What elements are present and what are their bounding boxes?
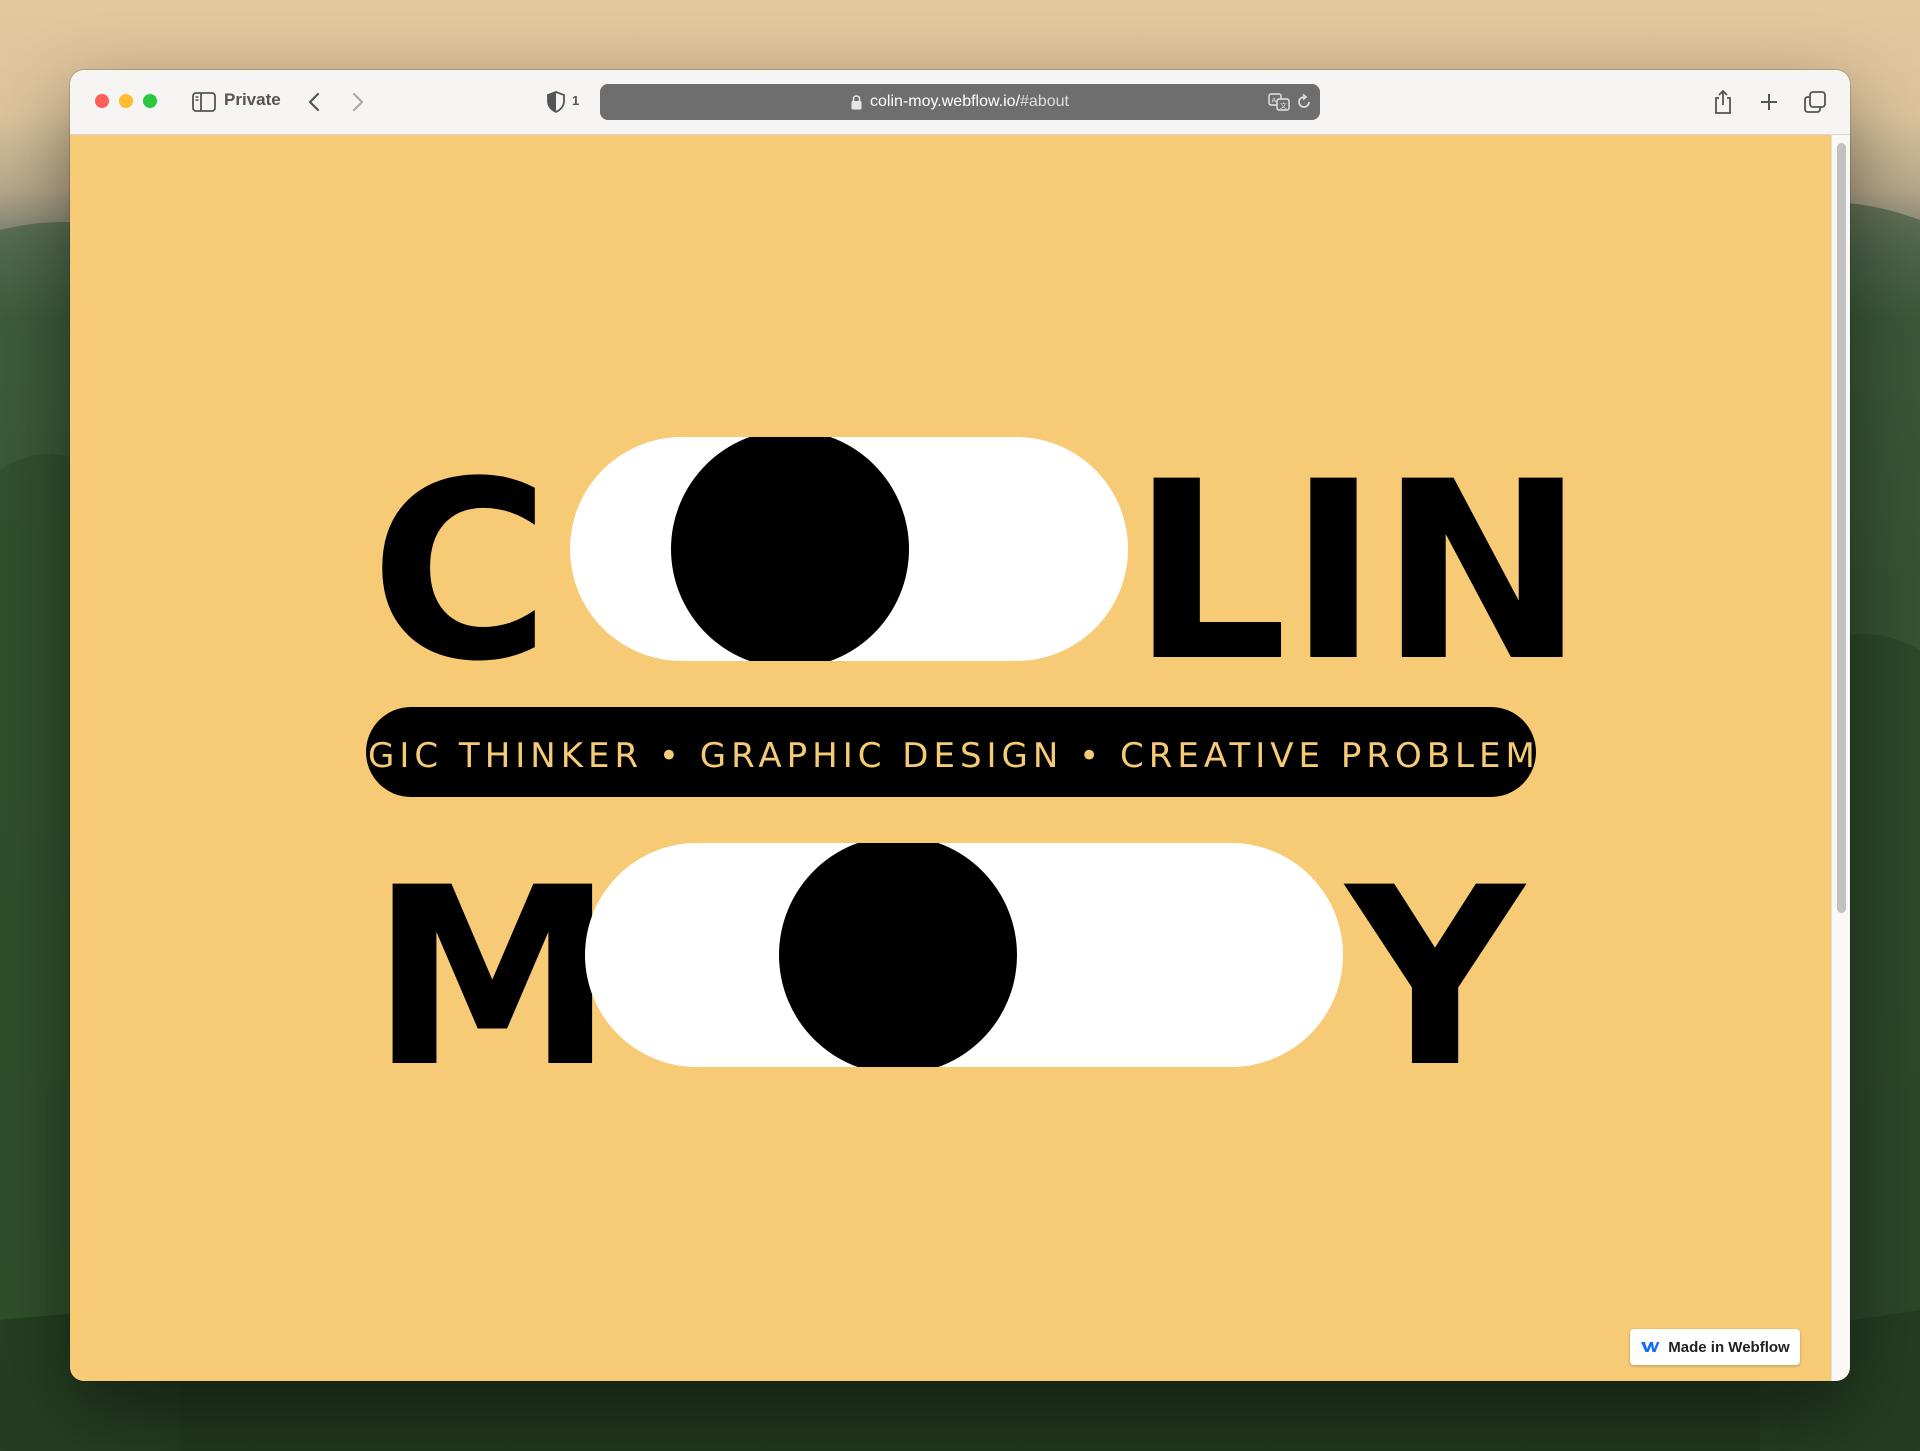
- last-name-end: Y: [1343, 836, 1527, 1122]
- tracker-count: 1: [572, 93, 580, 108]
- toggle-knob-bottom[interactable]: [779, 836, 1017, 1074]
- first-name-start: C: [370, 430, 551, 716]
- ticker-text: GIC THINKER • GRAPHIC DESIGN • CREATIVE …: [368, 736, 1614, 776]
- private-mode-label: Private: [224, 90, 281, 109]
- close-window-button[interactable]: [95, 94, 109, 108]
- url-host: colin-moy.webflow.io/: [870, 93, 1021, 110]
- badge-label: Made in Webflow: [1668, 1338, 1790, 1356]
- shield-icon[interactable]: [544, 86, 568, 118]
- back-icon[interactable]: [302, 86, 326, 118]
- lock-icon: [851, 94, 862, 110]
- browser-toolbar: Private 1 colin-moy.webflow.io/#about A文: [70, 70, 1850, 135]
- webflow-logo-icon: [1640, 1340, 1660, 1354]
- minimize-window-button[interactable]: [119, 94, 133, 108]
- svg-text:文: 文: [1280, 101, 1287, 110]
- new-tab-icon[interactable]: [1756, 86, 1782, 118]
- url-path: #about: [1020, 93, 1069, 110]
- page-content: C LIN GIC THINKER • GRAPHIC DESIGN • CRE…: [70, 135, 1832, 1381]
- toggle-knob-top[interactable]: [671, 430, 909, 668]
- hero-logo: C LIN GIC THINKER • GRAPHIC DESIGN • CRE…: [366, 430, 1614, 1122]
- tabs-overview-icon[interactable]: [1802, 86, 1828, 118]
- address-bar[interactable]: colin-moy.webflow.io/#about A文: [600, 84, 1320, 120]
- reload-icon[interactable]: [1296, 94, 1312, 110]
- first-name-end: LIN: [1131, 430, 1585, 716]
- translate-icon[interactable]: A文: [1268, 93, 1290, 111]
- scrollbar-thumb[interactable]: [1837, 143, 1846, 913]
- made-in-webflow-badge[interactable]: Made in Webflow: [1630, 1329, 1800, 1365]
- sidebar-icon[interactable]: [190, 86, 218, 118]
- zoom-window-button[interactable]: [143, 94, 157, 108]
- svg-text:A: A: [1272, 97, 1277, 105]
- browser-window: Private 1 colin-moy.webflow.io/#about A文: [70, 70, 1850, 1381]
- share-icon[interactable]: [1710, 86, 1736, 118]
- forward-icon[interactable]: [346, 86, 370, 118]
- last-name-start: M: [370, 836, 615, 1122]
